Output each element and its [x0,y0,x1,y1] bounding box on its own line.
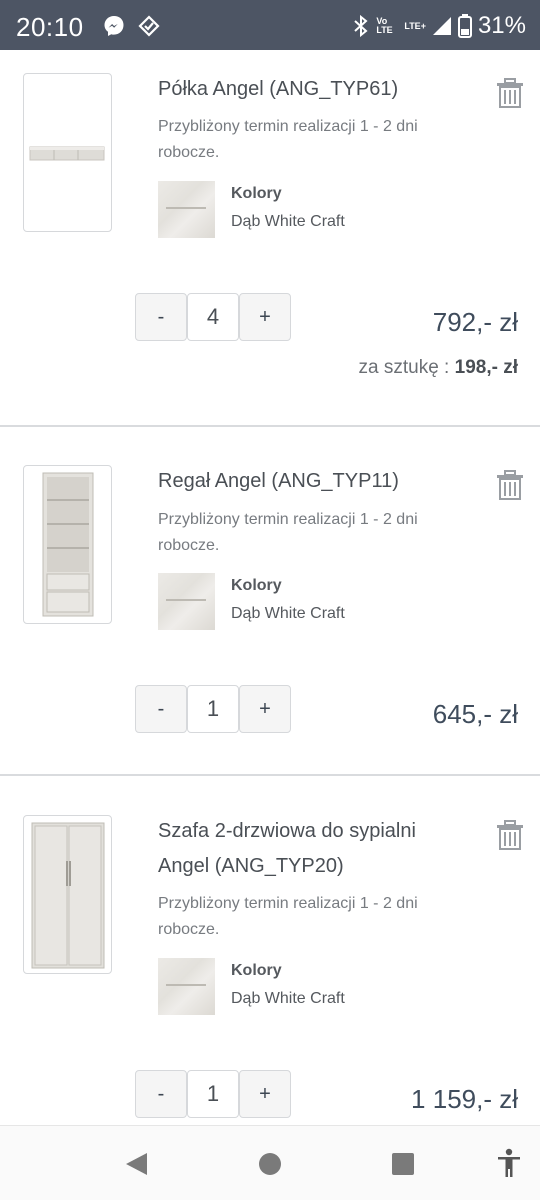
colors-label: Kolory [231,185,282,202]
battery-percent: 31% [477,12,526,39]
increase-quantity-button[interactable]: + [239,1070,291,1118]
trash-icon[interactable] [496,470,524,500]
lead-time: Przybliżony termin realizacji 1 - 2 dni … [158,511,418,554]
colors-label: Kolory [231,962,282,979]
bookcase-image [42,472,94,617]
divider [0,425,540,427]
divider [0,774,540,776]
decrease-quantity-button[interactable]: - [135,685,187,733]
navigation-bar [0,1125,540,1200]
bluetooth-icon [354,14,368,38]
recents-icon[interactable] [391,1152,415,1176]
unit-price-label: za sztukę : [358,357,450,378]
increase-quantity-button[interactable]: + [239,685,291,733]
trash-icon[interactable] [496,78,524,108]
colors-label: Kolory [231,577,282,594]
product-image[interactable] [23,465,112,624]
decrease-quantity-button[interactable]: - [135,293,187,341]
unit-price: za sztukę : 198,- zł [359,357,518,379]
unit-price-value: 198,- zł [454,357,518,378]
product-title[interactable]: Regał Angel (ANG_TYP11) [158,464,458,499]
lead-time: Przybliżony termin realizacji 1 - 2 dni … [158,895,418,938]
color-value: Dąb White Craft [231,213,345,230]
trash-icon[interactable] [496,820,524,850]
item-price: 792,- zł [432,307,518,337]
status-time: 20:10 [16,12,84,42]
product-image[interactable] [23,815,112,974]
check-badge-icon [138,15,160,37]
increase-quantity-button[interactable]: + [239,293,291,341]
shelf-image [29,146,105,161]
lead-time: Przybliżony termin realizacji 1 - 2 dni … [158,118,418,161]
status-right-group: Vo LTE LTE+ 31% [352,12,526,40]
lte-signal-icon [432,17,451,35]
item-price: 1 159,- zł [411,1084,518,1114]
color-swatch [158,573,215,630]
messenger-icon [104,16,124,36]
product-title[interactable]: Półka Angel (ANG_TYP61) [158,72,458,107]
status-bar: 20:10 Vo LTE LTE+ 31% [0,0,540,50]
color-swatch [158,958,215,1015]
color-value: Dąb White Craft [231,605,345,622]
quantity-input[interactable]: 4 [187,293,239,341]
volte-label: Vo LTE [376,16,393,35]
wardrobe-image [31,822,105,969]
quantity-input[interactable]: 1 [187,1070,239,1118]
product-image[interactable] [23,73,112,232]
decrease-quantity-button[interactable]: - [135,1070,187,1118]
accessibility-icon[interactable] [496,1148,522,1178]
home-icon[interactable] [258,1152,282,1176]
color-swatch [158,181,215,238]
quantity-input[interactable]: 1 [187,685,239,733]
back-icon[interactable] [123,1151,149,1177]
battery-icon [457,14,472,38]
lte-label: LTE+ [404,20,426,31]
color-value: Dąb White Craft [231,990,345,1007]
item-price: 645,- zł [432,699,518,729]
product-title[interactable]: Szafa 2-drzwiowa do sypialni Angel (ANG_… [158,814,458,884]
